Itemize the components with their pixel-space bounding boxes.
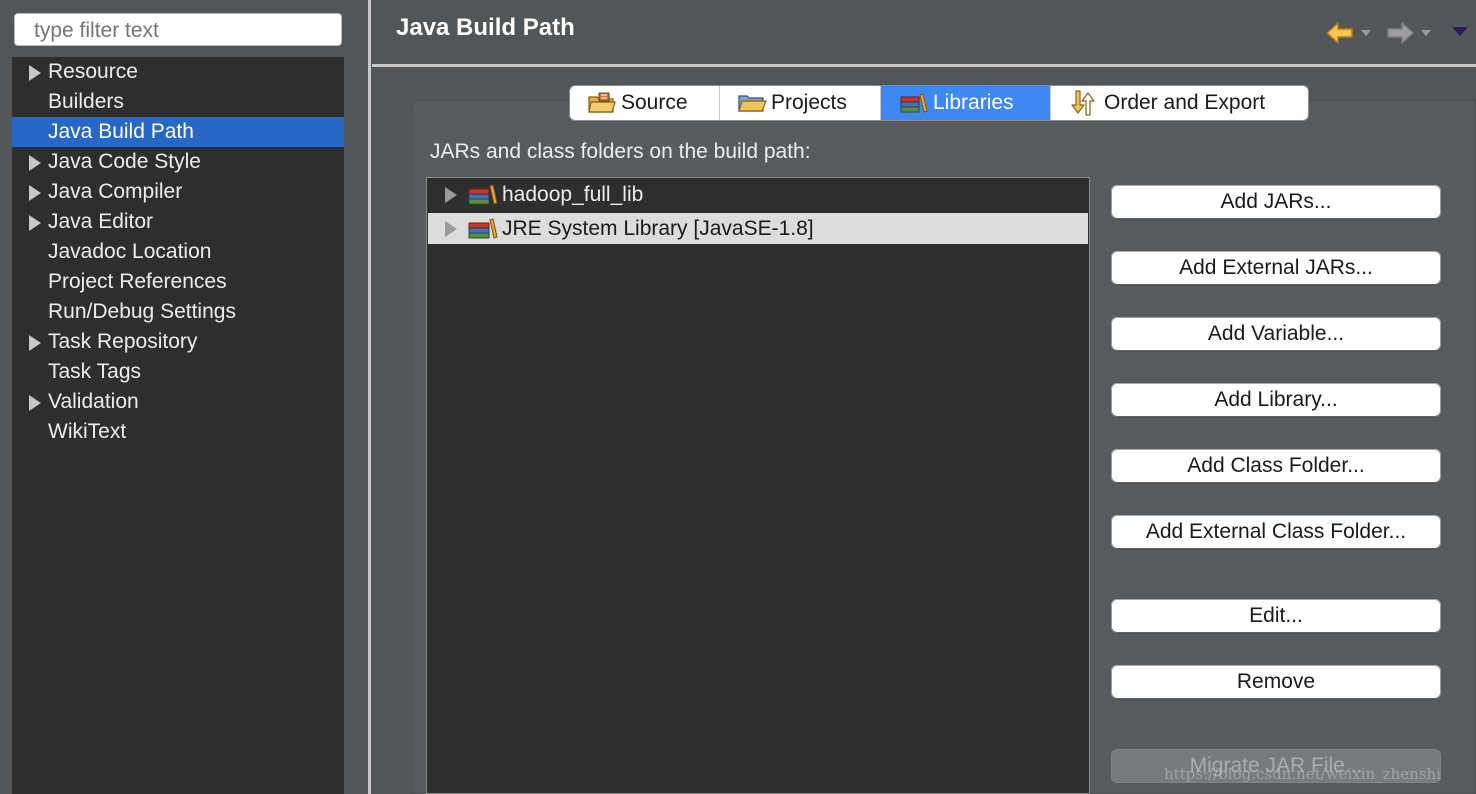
watermark: https://blog.csdn.net/weixin_zhenshi — [1164, 765, 1441, 783]
preference-tree[interactable]: Resource Builders Java Build Path Java C… — [12, 57, 344, 794]
tree-item-task-repository[interactable]: Task Repository — [12, 327, 344, 357]
tree-item-java-compiler[interactable]: Java Compiler — [12, 177, 344, 207]
tree-item-javadoc-location[interactable]: Javadoc Location — [12, 237, 344, 267]
tree-item-label: Javadoc Location — [48, 240, 212, 263]
tree-item-label: WikiText — [48, 420, 127, 443]
expand-arrow-icon[interactable] — [445, 221, 457, 237]
expand-arrow-icon[interactable] — [445, 187, 457, 203]
library-icon — [468, 184, 498, 205]
add-external-jars-button[interactable]: Add External JARs... — [1112, 252, 1440, 284]
tree-item-label: Task Repository — [48, 330, 198, 353]
expand-arrow-icon[interactable] — [29, 395, 41, 411]
expand-arrow-icon[interactable] — [29, 155, 41, 171]
tree-item-wikitext[interactable]: WikiText — [12, 417, 344, 447]
projects-folder-icon — [738, 95, 767, 112]
tree-item-label: Java Compiler — [48, 180, 183, 203]
preferences-sidebar: Resource Builders Java Build Path Java C… — [0, 0, 356, 794]
order-export-icon — [1071, 90, 1095, 116]
add-variable-button[interactable]: Add Variable... — [1112, 318, 1440, 350]
tree-item-label: Java Code Style — [48, 150, 201, 173]
tree-item-java-code-style[interactable]: Java Code Style — [12, 147, 344, 177]
source-folder-icon — [588, 92, 616, 113]
tree-item-label: Project References — [48, 270, 227, 293]
filter-input[interactable] — [14, 13, 342, 46]
libraries-icon — [900, 93, 928, 113]
library-label: hadoop_full_lib — [502, 183, 644, 206]
page-title: Java Build Path — [396, 14, 575, 41]
tree-item-label: Java Build Path — [48, 120, 194, 143]
forward-history-dropdown-icon[interactable] — [1421, 30, 1431, 36]
tree-item-builders[interactable]: Builders — [12, 87, 344, 117]
library-label: JRE System Library [JavaSE-1.8] — [502, 217, 814, 240]
tree-item-run-debug-settings[interactable]: Run/Debug Settings — [12, 297, 344, 327]
edit-button[interactable]: Edit... — [1112, 600, 1440, 632]
sash-divider[interactable] — [368, 0, 371, 794]
tree-item-resource[interactable]: Resource — [12, 57, 344, 87]
back-arrow-icon[interactable] — [1325, 20, 1355, 46]
tab-order-and-export[interactable]: Order and Export — [1051, 86, 1308, 120]
tab-source[interactable]: Source — [570, 86, 720, 120]
tree-item-label: Task Tags — [48, 360, 141, 383]
tree-item-label: Run/Debug Settings — [48, 300, 236, 323]
libraries-tree[interactable]: hadoop_full_lib JRE System Library [Java… — [426, 177, 1090, 794]
add-jars-button[interactable]: Add JARs... — [1112, 186, 1440, 218]
tree-item-java-build-path[interactable]: Java Build Path — [12, 117, 344, 147]
tree-item-task-tags[interactable]: Task Tags — [12, 357, 344, 387]
tree-item-project-references[interactable]: Project References — [12, 267, 344, 297]
tab-label: Projects — [771, 91, 847, 114]
tree-item-label: Builders — [48, 90, 124, 113]
forward-arrow-icon[interactable] — [1385, 20, 1415, 46]
tree-item-java-editor[interactable]: Java Editor — [12, 207, 344, 237]
remove-button[interactable]: Remove — [1112, 666, 1440, 698]
back-history-dropdown-icon[interactable] — [1361, 30, 1371, 36]
view-menu-icon[interactable] — [1452, 27, 1468, 36]
library-icon — [468, 218, 498, 239]
expand-arrow-icon[interactable] — [29, 65, 41, 81]
tab-label: Order and Export — [1104, 91, 1266, 114]
tree-item-label: Java Editor — [48, 210, 154, 233]
library-row-jre-system-library[interactable]: JRE System Library [JavaSE-1.8] — [428, 213, 1088, 244]
expand-arrow-icon[interactable] — [29, 215, 41, 231]
tab-bar: Source Projects Libraries Order and Expo… — [570, 86, 1308, 120]
tab-libraries[interactable]: Libraries — [881, 86, 1051, 120]
tree-item-label: Validation — [48, 390, 139, 413]
build-path-section-label: JARs and class folders on the build path… — [430, 140, 811, 163]
expand-arrow-icon[interactable] — [29, 185, 41, 201]
tree-item-label: Resource — [48, 60, 138, 83]
expand-arrow-icon[interactable] — [29, 335, 41, 351]
tab-label: Source — [621, 91, 688, 114]
header-divider — [372, 64, 1476, 67]
add-external-class-folder-button[interactable]: Add External Class Folder... — [1112, 516, 1440, 548]
tab-projects[interactable]: Projects — [720, 86, 881, 120]
library-row-hadoop-full-lib[interactable]: hadoop_full_lib — [428, 179, 1088, 210]
add-library-button[interactable]: Add Library... — [1112, 384, 1440, 416]
add-class-folder-button[interactable]: Add Class Folder... — [1112, 450, 1440, 482]
tree-item-validation[interactable]: Validation — [12, 387, 344, 417]
tab-label: Libraries — [933, 91, 1014, 114]
